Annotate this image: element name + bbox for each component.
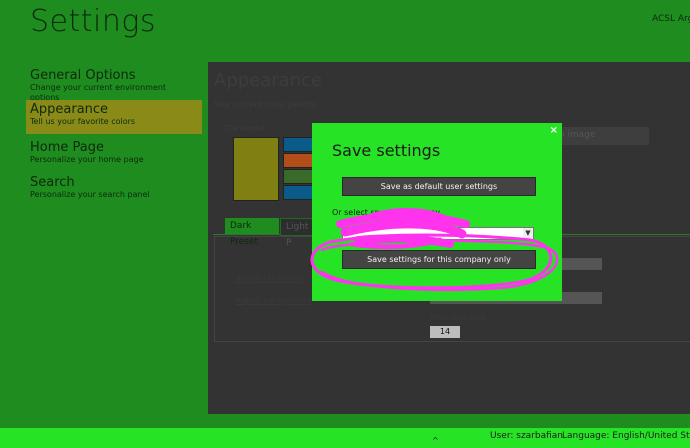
org-label: ACSL Arg (652, 14, 690, 24)
tile-layout-label: Tile layout (224, 124, 266, 133)
page-title: Settings (30, 4, 157, 39)
save-default-button[interactable]: Save as default user settings (342, 177, 536, 196)
tab-dark-preset[interactable]: Dark Preset (225, 218, 279, 247)
sidebar-item-label: Appearance (30, 102, 109, 117)
sidebar-item-search[interactable]: Search Personalize your search panel (26, 173, 202, 202)
accent-tile[interactable] (233, 137, 279, 201)
sidebar-item-subtitle: Personalize your home page (30, 155, 144, 164)
company-select[interactable]: ▼ (342, 227, 534, 240)
status-language: Language: English/United States (562, 431, 690, 441)
save-company-button[interactable]: Save settings for this company only (342, 250, 536, 269)
font-size-label: Main font size (430, 313, 486, 322)
close-icon[interactable]: × (550, 125, 558, 136)
status-bar: User: szarbafian Language: English/Unite… (0, 428, 690, 448)
appearance-subtitle: Your current color palette (214, 100, 316, 109)
dialog-title: Save settings (332, 141, 441, 160)
company-select-label: Or select specific company (332, 208, 441, 217)
appearance-title: Appearance (214, 70, 323, 91)
image-button[interactable]: o image (555, 127, 649, 145)
sidebar-item-subtitle: Tell us your favorite colors (30, 117, 136, 126)
adjust-background-link[interactable]: Adjust background (236, 296, 311, 305)
adjust-tile-colors-link[interactable]: Adjust tile colors (236, 274, 302, 283)
sidebar-item-home-page[interactable]: Home Page Personalize your home page (26, 138, 202, 167)
sidebar-item-label: Home Page (30, 140, 104, 155)
sidebar-item-subtitle: Personalize your search panel (30, 190, 150, 199)
dropdown-control[interactable] (562, 258, 602, 270)
image-button-label: o image (559, 130, 596, 140)
font-size-field[interactable]: 14 (430, 326, 460, 338)
save-settings-dialog: × Save settings Save as default user set… (312, 123, 562, 301)
chevron-up-icon[interactable]: ^ (432, 436, 439, 445)
status-user: User: szarbafian (490, 431, 563, 441)
sidebar-item-label: Search (30, 175, 75, 190)
sidebar-item-appearance[interactable]: Appearance Tell us your favorite colors (26, 100, 202, 134)
chevron-down-icon[interactable]: ▼ (523, 228, 533, 239)
sidebar-item-label: General Options (30, 68, 136, 83)
